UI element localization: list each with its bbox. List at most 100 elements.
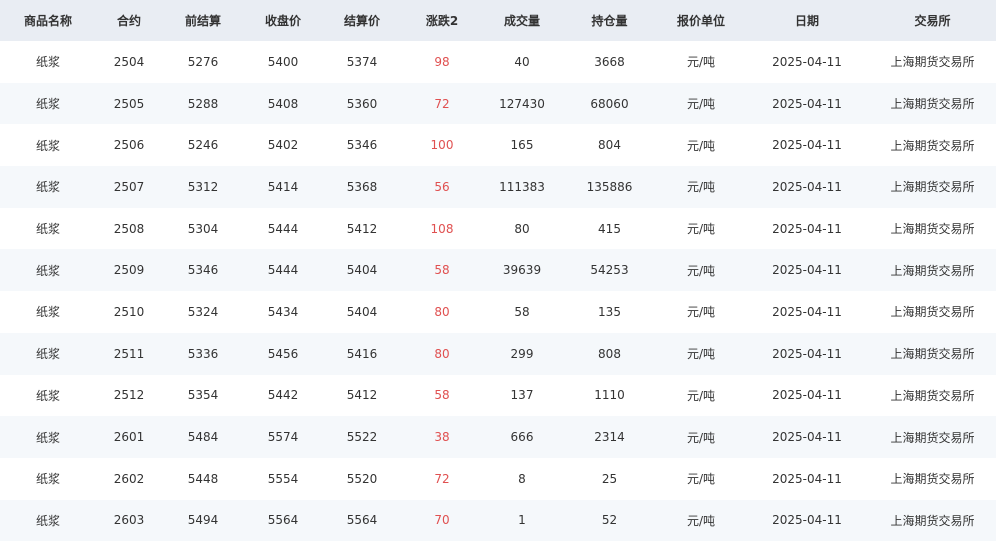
cell-prev-settle: 5324 bbox=[187, 304, 219, 319]
cell-exchange: 上海期货交易所 bbox=[890, 55, 975, 70]
cell-contract: 2508 bbox=[113, 221, 145, 236]
cell-product-name: 纸浆 bbox=[35, 472, 60, 487]
header-close: 收盘价 bbox=[264, 14, 301, 28]
cell-close: 5444 bbox=[267, 221, 299, 236]
cell-exchange: 上海期货交易所 bbox=[890, 388, 975, 403]
header-settle: 结算价 bbox=[343, 14, 380, 28]
table-row: 纸浆 2508 5304 5444 5412 108 80 415 元/吨 2025-04-11 上… bbox=[0, 207, 996, 250]
cell-volume: 137 bbox=[510, 388, 534, 403]
cell-date: 2025-04-11 bbox=[772, 221, 842, 236]
cell-contract: 2511 bbox=[113, 346, 145, 361]
cell-date: 2025-04-11 bbox=[772, 138, 842, 153]
cell-volume: 39639 bbox=[502, 263, 542, 278]
cell-exchange: 上海期货交易所 bbox=[890, 222, 975, 237]
cell-change: 108 bbox=[430, 221, 454, 236]
cell-volume: 127430 bbox=[499, 96, 545, 111]
cell-close: 5400 bbox=[267, 54, 299, 69]
cell-exchange: 上海期货交易所 bbox=[890, 347, 975, 362]
cell-date: 2025-04-11 bbox=[772, 388, 842, 403]
table-body: 纸浆 2504 5276 5400 5374 98 40 3668 元/吨 2025-04-11 上… bbox=[0, 41, 996, 542]
cell-close: 5414 bbox=[267, 179, 299, 194]
cell-settle: 5522 bbox=[346, 430, 378, 445]
cell-contract: 2509 bbox=[113, 263, 145, 278]
table-row: 纸浆 2601 5484 5574 5522 38 666 2314 元/吨 2025-04-11… bbox=[0, 416, 996, 458]
cell-quote-unit: 元/吨 bbox=[686, 430, 716, 445]
cell-date: 2025-04-11 bbox=[772, 263, 842, 278]
cell-quote-unit: 元/吨 bbox=[686, 263, 716, 278]
cell-change: 56 bbox=[434, 179, 450, 194]
cell-settle: 5404 bbox=[346, 304, 378, 319]
cell-exchange: 上海期货交易所 bbox=[890, 263, 975, 278]
cell-change: 80 bbox=[434, 304, 450, 319]
table-row: 纸浆 2506 5246 5402 5346 100 165 804 元/吨 2025-04-11… bbox=[0, 124, 996, 167]
cell-change: 72 bbox=[434, 471, 450, 486]
cell-date: 2025-04-11 bbox=[772, 179, 842, 194]
cell-prev-settle: 5448 bbox=[187, 471, 219, 486]
cell-product-name: 纸浆 bbox=[35, 305, 60, 320]
cell-exchange: 上海期货交易所 bbox=[890, 472, 975, 487]
cell-exchange: 上海期货交易所 bbox=[890, 97, 975, 112]
cell-product-name: 纸浆 bbox=[35, 263, 60, 278]
table-row: 纸浆 2602 5448 5554 5520 72 8 25 元/吨 2025-04-11 上海期货… bbox=[0, 457, 996, 500]
cell-settle: 5564 bbox=[346, 513, 378, 528]
cell-close: 5444 bbox=[267, 263, 299, 278]
cell-close: 5564 bbox=[267, 513, 299, 528]
cell-quote-unit: 元/吨 bbox=[686, 55, 716, 70]
cell-quote-unit: 元/吨 bbox=[686, 180, 716, 195]
cell-close: 5442 bbox=[267, 388, 299, 403]
cell-close: 5402 bbox=[267, 138, 299, 153]
cell-volume: 8 bbox=[518, 471, 526, 486]
cell-prev-settle: 5312 bbox=[187, 179, 219, 194]
cell-exchange: 上海期货交易所 bbox=[890, 513, 975, 528]
cell-close: 5554 bbox=[267, 471, 299, 486]
cell-contract: 2506 bbox=[113, 138, 145, 153]
cell-close: 5408 bbox=[267, 96, 299, 111]
cell-date: 2025-04-11 bbox=[772, 471, 842, 486]
cell-open-interest: 135886 bbox=[586, 179, 633, 194]
cell-quote-unit: 元/吨 bbox=[686, 97, 716, 112]
cell-volume: 165 bbox=[510, 138, 534, 153]
cell-volume: 299 bbox=[510, 346, 534, 361]
cell-prev-settle: 5246 bbox=[187, 138, 219, 153]
header-volume: 成交量 bbox=[503, 14, 540, 28]
futures-quote-table: 商品名称 合约 前结算 收盘价 结算价 涨跌2 成交量 持仓量 报价单位 日期 交易所 纸浆 2504… bbox=[0, 0, 996, 542]
cell-settle: 5404 bbox=[346, 263, 378, 278]
cell-settle: 5360 bbox=[346, 96, 378, 111]
table-row: 纸浆 2504 5276 5400 5374 98 40 3668 元/吨 2025-04-11 上… bbox=[0, 41, 996, 83]
cell-quote-unit: 元/吨 bbox=[686, 305, 716, 320]
header-change: 涨跌2 bbox=[425, 14, 459, 28]
cell-exchange: 上海期货交易所 bbox=[890, 430, 975, 445]
cell-change: 98 bbox=[434, 54, 450, 69]
cell-prev-settle: 5288 bbox=[187, 96, 219, 111]
cell-quote-unit: 元/吨 bbox=[686, 472, 716, 487]
table-header: 商品名称 合约 前结算 收盘价 结算价 涨跌2 成交量 持仓量 报价单位 日期 交易所 bbox=[0, 0, 996, 41]
cell-product-name: 纸浆 bbox=[35, 55, 60, 70]
cell-settle: 5346 bbox=[346, 138, 378, 153]
cell-volume: 58 bbox=[514, 304, 530, 319]
cell-settle: 5412 bbox=[346, 221, 378, 236]
cell-change: 80 bbox=[434, 346, 450, 361]
table-row: 纸浆 2603 5494 5564 5564 70 1 52 元/吨 2025-04-11 上海期货… bbox=[0, 499, 996, 542]
header-quote-unit: 报价单位 bbox=[676, 14, 725, 28]
cell-open-interest: 804 bbox=[598, 138, 621, 153]
cell-contract: 2512 bbox=[113, 388, 145, 403]
header-exchange: 交易所 bbox=[914, 14, 951, 28]
cell-contract: 2507 bbox=[113, 179, 145, 194]
header-date: 日期 bbox=[794, 14, 819, 28]
cell-volume: 80 bbox=[514, 221, 530, 236]
cell-settle: 5368 bbox=[346, 179, 378, 194]
cell-prev-settle: 5494 bbox=[187, 513, 219, 528]
cell-product-name: 纸浆 bbox=[35, 180, 60, 195]
cell-open-interest: 68060 bbox=[590, 96, 629, 111]
cell-product-name: 纸浆 bbox=[35, 347, 60, 362]
cell-contract: 2603 bbox=[113, 513, 145, 528]
cell-close: 5434 bbox=[267, 304, 299, 319]
cell-product-name: 纸浆 bbox=[35, 388, 60, 403]
cell-date: 2025-04-11 bbox=[772, 304, 842, 319]
cell-exchange: 上海期货交易所 bbox=[890, 180, 975, 195]
cell-contract: 2601 bbox=[113, 430, 145, 445]
cell-product-name: 纸浆 bbox=[35, 97, 60, 112]
cell-prev-settle: 5484 bbox=[187, 430, 219, 445]
cell-open-interest: 2314 bbox=[594, 430, 625, 445]
cell-exchange: 上海期货交易所 bbox=[890, 138, 975, 153]
